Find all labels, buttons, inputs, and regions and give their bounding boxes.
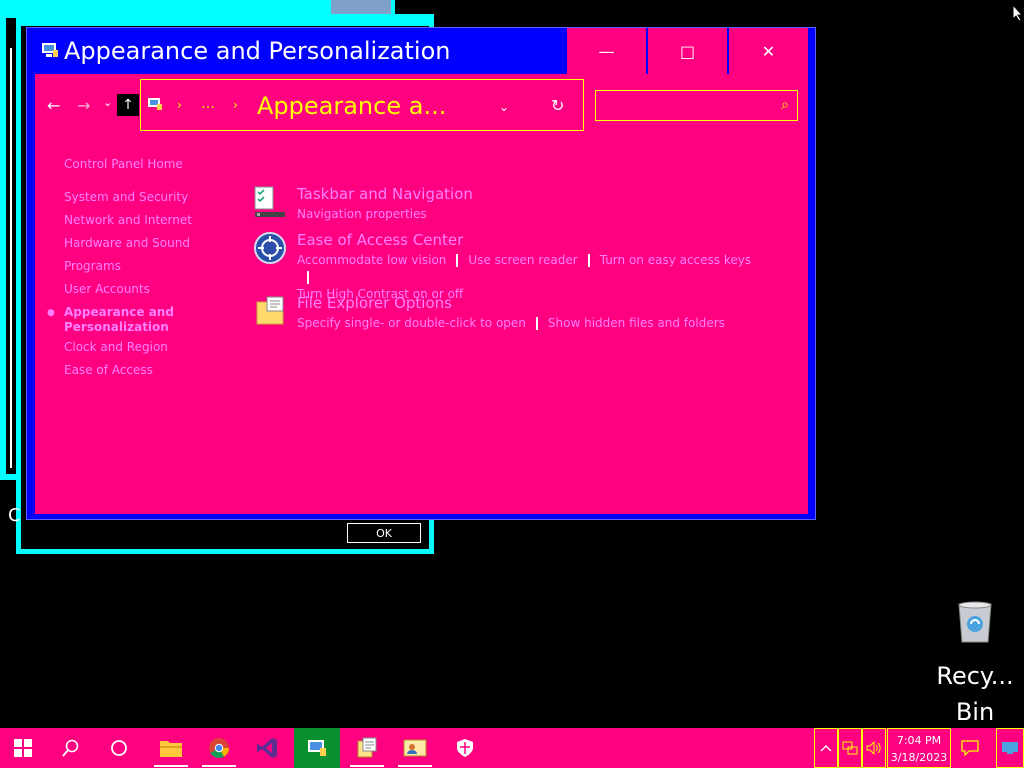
running-indicator — [154, 765, 188, 767]
notification-icon — [961, 740, 979, 756]
network-icon — [842, 741, 858, 755]
breadcrumb-current[interactable]: Appearance a... — [257, 92, 446, 120]
taskbar-file-explorer[interactable] — [148, 728, 194, 768]
recycle-bin-desktop-icon[interactable]: Recy... Bin — [930, 600, 1020, 730]
task-view-button[interactable] — [96, 728, 142, 768]
category-links: Specify single- or double-click to open S… — [297, 315, 757, 332]
link-separator — [456, 254, 459, 267]
sidebar-item-system-and-security[interactable]: System and Security — [64, 190, 188, 204]
cortana-circle-icon — [111, 740, 127, 756]
link-separator — [587, 254, 590, 267]
start-button[interactable] — [0, 728, 46, 768]
category-title-taskbar[interactable]: Taskbar and Navigation — [297, 185, 473, 203]
link-separator — [535, 317, 538, 330]
sidebar-item-user-accounts[interactable]: User Accounts — [64, 282, 150, 296]
easy-access-keys-link[interactable]: Turn on easy access keys — [600, 253, 751, 267]
close-button[interactable]: ✕ — [728, 28, 808, 74]
taskbar-notes-app[interactable] — [344, 728, 390, 768]
ease-of-access-icon — [254, 232, 286, 264]
recycle-bin-label-line1: Recy... — [936, 662, 1014, 690]
window-title: Appearance and Personalization — [64, 37, 451, 65]
desktop-icon — [1002, 742, 1018, 754]
visual-studio-icon — [257, 738, 277, 758]
taskbar: 7:04 PM 3/18/2023 — [0, 728, 1024, 768]
maximize-button[interactable]: □ — [647, 28, 727, 74]
category-title-ease-of-access[interactable]: Ease of Access Center — [297, 231, 463, 249]
taskbar-user-accounts[interactable] — [392, 728, 438, 768]
background-text: C — [8, 505, 21, 526]
volume-tray-button[interactable] — [862, 728, 886, 768]
sidebar-item-appearance-line2[interactable]: Personalization — [64, 320, 169, 334]
chevron-up-icon — [820, 745, 832, 752]
breadcrumb-chevron[interactable]: › — [233, 98, 238, 112]
clock-date: 3/18/2023 — [890, 751, 948, 764]
search-icon[interactable]: ⌕ — [781, 97, 789, 113]
navigation-properties-link[interactable]: Navigation properties — [297, 207, 427, 221]
sidebar-item-hardware-and-sound[interactable]: Hardware and Sound — [64, 236, 190, 250]
sidebar-item-network-and-internet[interactable]: Network and Internet — [64, 213, 192, 227]
show-hidden-files-link[interactable]: Show hidden files and folders — [548, 316, 725, 330]
taskbar-security[interactable] — [442, 728, 488, 768]
use-screen-reader-link[interactable]: Use screen reader — [468, 253, 577, 267]
recent-locations-button[interactable]: ⌄ — [103, 96, 112, 109]
recycle-bin-label-line2: Bin — [955, 698, 995, 726]
notes-icon — [357, 737, 377, 758]
show-hidden-icons-button[interactable] — [814, 728, 838, 768]
sidebar-item-programs[interactable]: Programs — [64, 259, 121, 273]
recycle-bin-icon — [958, 601, 992, 643]
category-links: Navigation properties — [297, 206, 757, 223]
taskbar-chrome[interactable] — [196, 728, 242, 768]
chrome-icon — [209, 738, 229, 758]
control-panel-home-link[interactable]: Control Panel Home — [64, 157, 183, 171]
folder-options-icon — [256, 296, 284, 325]
running-indicator — [350, 765, 384, 767]
back-button[interactable]: ← — [47, 96, 60, 115]
taskbar-icon — [254, 186, 285, 217]
title-bar[interactable]: Appearance and Personalization — □ ✕ — [27, 28, 815, 74]
user-accounts-icon — [403, 739, 427, 757]
accommodate-low-vision-link[interactable]: Accommodate low vision — [297, 253, 446, 267]
single-double-click-link[interactable]: Specify single- or double-click to open — [297, 316, 526, 330]
system-clock[interactable]: 7:04 PM 3/18/2023 — [887, 728, 951, 768]
search-input[interactable]: ⌕ — [595, 90, 798, 121]
taskbar-control-panel-active[interactable] — [294, 728, 340, 768]
windows-logo-icon — [14, 739, 32, 757]
show-desktop-button[interactable] — [996, 728, 1024, 768]
sidebar-item-appearance-line1[interactable]: Appearance and — [64, 305, 174, 319]
control-panel-window: Appearance and Personalization — □ ✕ ← →… — [26, 27, 816, 520]
current-item-bullet-icon: ● — [47, 308, 55, 318]
search-icon — [62, 739, 79, 757]
shield-icon — [457, 739, 473, 757]
background-window-1-frame — [10, 48, 14, 468]
ok-button[interactable]: OK — [347, 523, 421, 543]
running-indicator — [398, 765, 432, 767]
up-button[interactable]: ↑ — [117, 94, 139, 116]
minimize-button[interactable]: — — [566, 28, 646, 74]
mouse-cursor-icon — [1012, 4, 1024, 22]
window-body: ← → ⌄ ↑ › … › Appearance a... ⌄ ↻ ⌕ Cont… — [35, 74, 808, 514]
control-panel-icon — [42, 43, 58, 57]
action-center-button[interactable] — [955, 728, 985, 768]
running-indicator — [202, 765, 236, 767]
clock-time: 7:04 PM — [896, 734, 942, 747]
address-dropdown-icon[interactable]: ⌄ — [499, 100, 509, 114]
breadcrumb-chevron[interactable]: › — [177, 98, 182, 112]
control-panel-icon — [148, 98, 162, 110]
network-tray-button[interactable] — [838, 728, 862, 768]
search-button[interactable] — [48, 728, 94, 768]
navigation-bar: ← → ⌄ ↑ › … › Appearance a... ⌄ ↻ ⌕ — [35, 74, 808, 136]
refresh-icon[interactable]: ↻ — [551, 96, 564, 115]
taskbar-visual-studio[interactable] — [244, 728, 290, 768]
address-bar[interactable]: › … › Appearance a... ⌄ ↻ — [140, 79, 584, 131]
link-separator — [307, 271, 309, 284]
sidebar-item-ease-of-access[interactable]: Ease of Access — [64, 363, 153, 377]
file-explorer-icon — [160, 741, 182, 757]
control-panel-icon — [308, 740, 326, 756]
sidebar-item-clock-and-region[interactable]: Clock and Region — [64, 340, 168, 354]
category-title-file-explorer[interactable]: File Explorer Options — [297, 294, 452, 312]
speaker-icon — [866, 741, 881, 755]
forward-button[interactable]: → — [77, 96, 90, 115]
breadcrumb-segment[interactable]: … — [201, 96, 215, 112]
